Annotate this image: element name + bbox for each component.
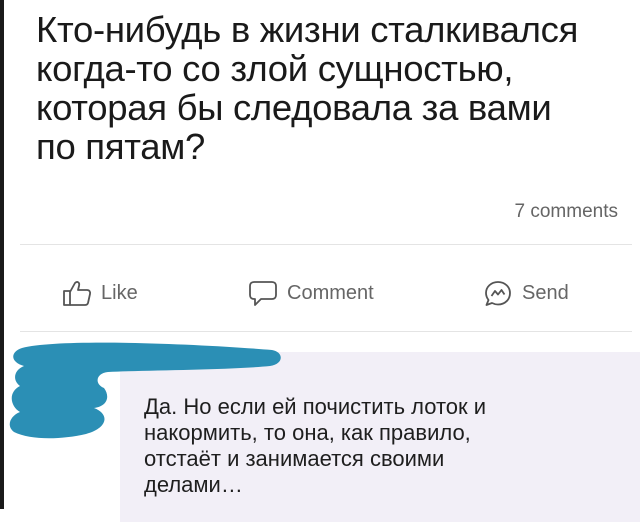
comment-button[interactable]: Comment bbox=[248, 276, 374, 310]
speech-bubble-icon bbox=[248, 279, 278, 307]
like-label: Like bbox=[101, 281, 138, 304]
comment-label: Comment bbox=[287, 281, 374, 304]
like-button[interactable]: Like bbox=[62, 276, 138, 310]
send-button[interactable]: Send bbox=[483, 276, 569, 310]
bottom-divider bbox=[20, 331, 632, 332]
reply-comment-text: Да. Но если ей почистить лоток и накорми… bbox=[144, 394, 487, 497]
send-label: Send bbox=[522, 281, 569, 304]
thumbs-up-icon bbox=[62, 279, 92, 307]
post-text: Кто-нибудь в жизни сталкивался когда-то … bbox=[36, 9, 579, 167]
comments-count-link[interactable]: 7 comments bbox=[515, 201, 618, 223]
top-divider bbox=[20, 244, 632, 245]
send-icon bbox=[483, 279, 513, 307]
